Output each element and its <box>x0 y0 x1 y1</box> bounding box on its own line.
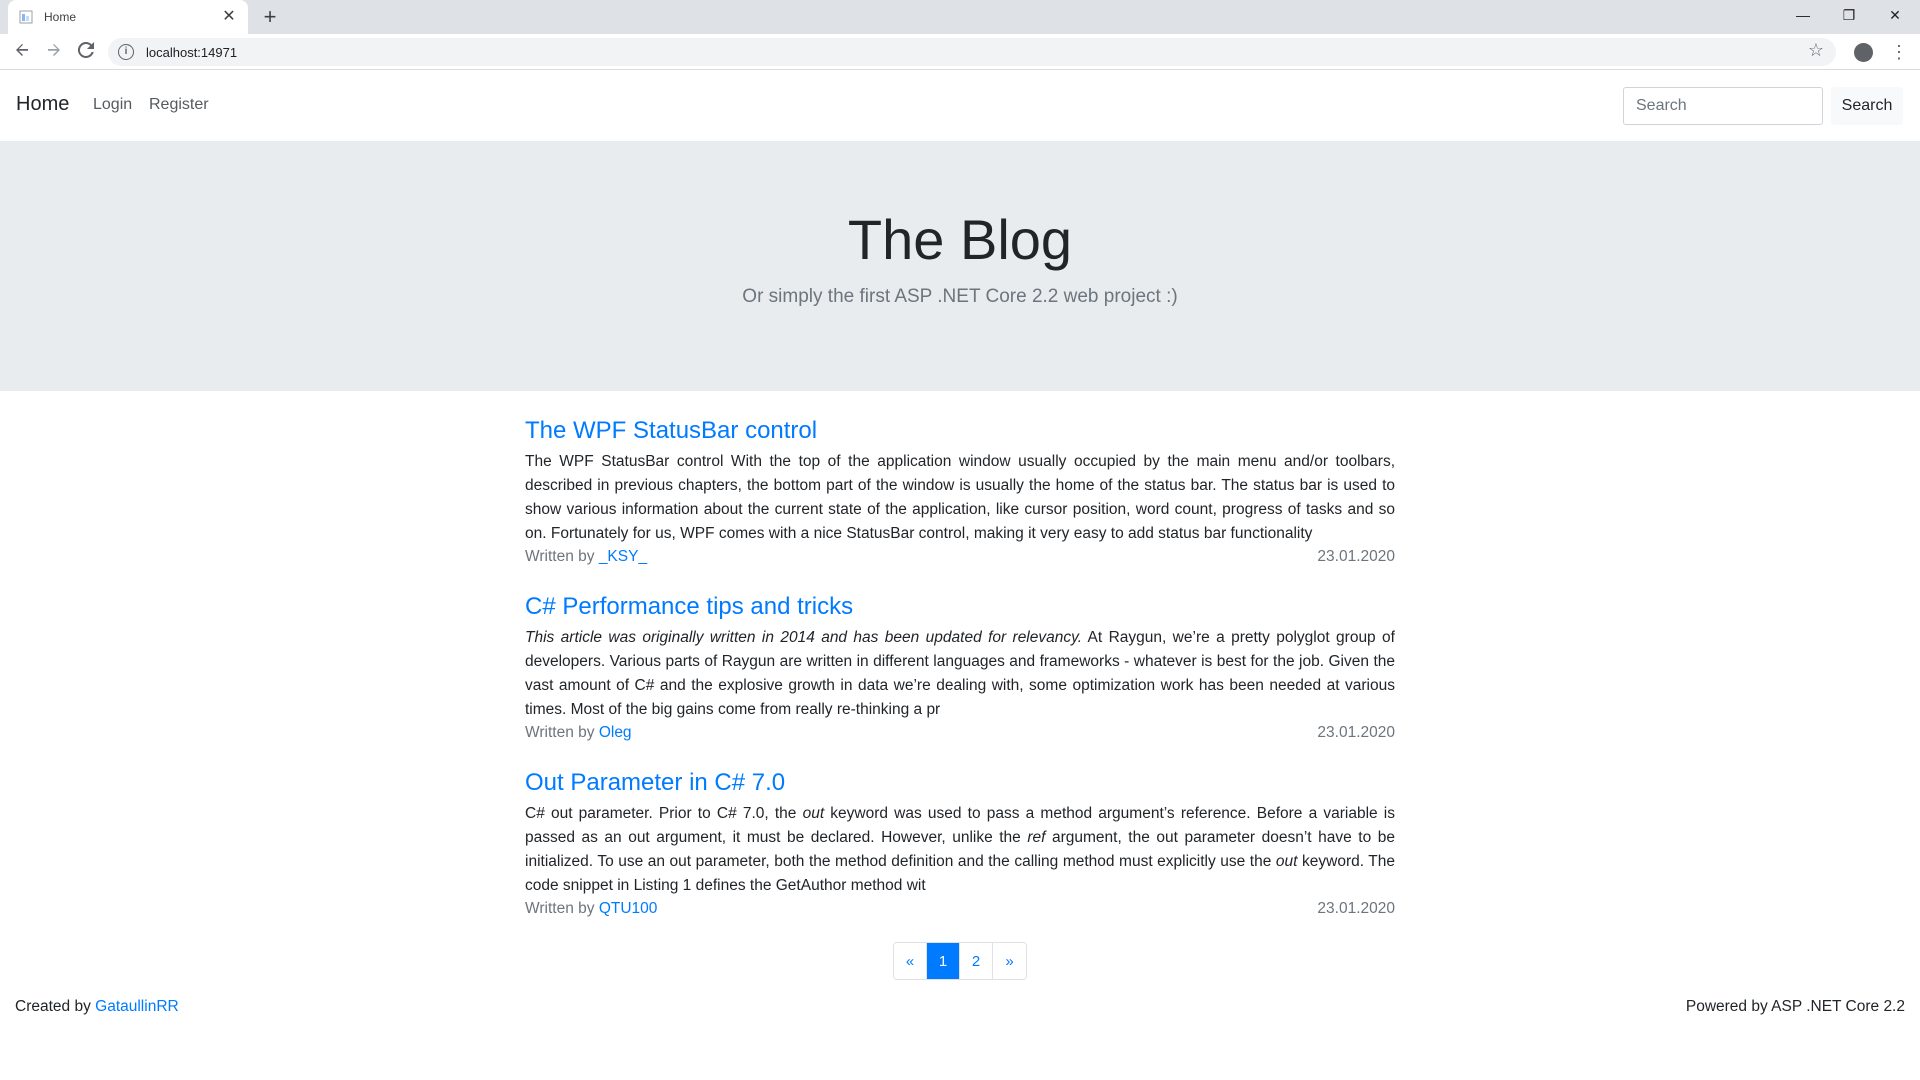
created-by-label: Created by <box>15 998 96 1015</box>
web-page: Home Login Register Search The Blog Or s… <box>0 71 1920 1080</box>
post-byline: Written by QTU100 <box>525 898 657 920</box>
written-by-label: Written by <box>525 724 595 741</box>
post-author-link[interactable]: _KSY_ <box>599 548 647 565</box>
footer-powered-by: Powered by ASP .NET Core 2.2 <box>1685 998 1905 1015</box>
post-excerpt-italic: This article was originally written in 2… <box>525 629 1083 646</box>
post-title-link[interactable]: The WPF StatusBar control <box>525 416 1395 446</box>
pagination-page-2[interactable]: 2 <box>960 943 993 979</box>
browser-tab[interactable]: Home ✕ <box>8 0 248 34</box>
written-by-label: Written by <box>525 900 595 917</box>
post-meta: Written by _KSY_ 23.01.2020 <box>525 546 1395 568</box>
post-excerpt: The WPF StatusBar control With the top o… <box>525 453 1395 542</box>
info-icon[interactable]: i <box>118 44 134 60</box>
post-title-link[interactable]: Out Parameter in C# 7.0 <box>525 768 1395 798</box>
excerpt-part: C# out parameter. Prior to C# 7.0, the <box>525 805 803 822</box>
address-url: localhost:14971 <box>146 44 238 60</box>
new-tab-button[interactable]: + <box>258 5 282 29</box>
excerpt-italic-part: ref <box>1027 829 1046 846</box>
post-author-link[interactable]: Oleg <box>599 724 632 741</box>
post-item: Out Parameter in C# 7.0 C# out parameter… <box>525 768 1395 944</box>
post-meta: Written by QTU100 23.01.2020 <box>525 898 1395 920</box>
pagination-next[interactable]: » <box>993 943 1026 979</box>
tab-title: Home <box>44 10 77 24</box>
hero-subtitle: Or simply the first ASP .NET Core 2.2 we… <box>742 286 1178 307</box>
footer-created-by: Created by GataullinRR <box>15 998 179 1016</box>
site-navbar: Home Login Register Search <box>0 71 1920 141</box>
excerpt-italic-part: out <box>802 805 825 822</box>
pagination-prev[interactable]: « <box>894 943 927 979</box>
page-icon <box>18 9 34 25</box>
post-date: 23.01.2020 <box>1317 548 1395 565</box>
post-excerpt: C# out parameter. Prior to C# 7.0, the o… <box>525 802 1395 898</box>
post-meta: Written by Oleg 23.01.2020 <box>525 722 1395 744</box>
nav-login-link[interactable]: Login <box>93 96 132 114</box>
minimize-button[interactable]: — <box>1780 0 1826 30</box>
excerpt-italic-part: out <box>1275 853 1298 870</box>
pagination-page-1[interactable]: 1 <box>927 943 960 979</box>
post-date: 23.01.2020 <box>1317 900 1395 917</box>
browser-tabstrip: Home ✕ + — ❐ ✕ <box>0 0 1920 34</box>
search-input[interactable] <box>1623 87 1823 125</box>
post-byline: Written by _KSY_ <box>525 546 647 568</box>
hero-banner: The Blog Or simply the first ASP .NET Co… <box>0 141 1920 391</box>
footer-author-link[interactable]: GataullinRR <box>95 998 179 1015</box>
back-icon[interactable] <box>10 40 34 64</box>
post-byline: Written by Oleg <box>525 722 632 744</box>
star-icon[interactable]: ☆ <box>1808 40 1824 61</box>
post-author-link[interactable]: QTU100 <box>599 900 658 917</box>
post-excerpt: This article was originally written in 2… <box>525 626 1395 722</box>
search-button[interactable]: Search <box>1831 87 1903 125</box>
profile-icon[interactable] <box>1854 43 1873 62</box>
menu-icon[interactable]: ⋮ <box>1890 40 1908 64</box>
window-close-button[interactable]: ✕ <box>1872 0 1918 30</box>
browser-toolbar: i localhost:14971 ☆ ⋮ <box>0 34 1920 70</box>
reload-icon[interactable] <box>74 40 98 64</box>
hero-title: The Blog <box>847 208 1073 271</box>
written-by-label: Written by <box>525 548 595 565</box>
post-item: The WPF StatusBar control The WPF Status… <box>525 416 1395 592</box>
post-title-link[interactable]: C# Performance tips and tricks <box>525 592 1395 622</box>
nav-register-link[interactable]: Register <box>149 96 209 114</box>
forward-icon[interactable] <box>42 40 66 64</box>
post-item: C# Performance tips and tricks This arti… <box>525 592 1395 768</box>
restore-button[interactable]: ❐ <box>1826 0 1872 30</box>
pagination: « 1 2 » <box>893 942 1027 980</box>
post-date: 23.01.2020 <box>1317 724 1395 741</box>
post-list: The WPF StatusBar control The WPF Status… <box>525 416 1395 944</box>
tab-close-icon[interactable]: ✕ <box>220 8 238 26</box>
address-bar[interactable]: i localhost:14971 ☆ <box>108 38 1836 66</box>
nav-brand-home[interactable]: Home <box>16 93 69 116</box>
